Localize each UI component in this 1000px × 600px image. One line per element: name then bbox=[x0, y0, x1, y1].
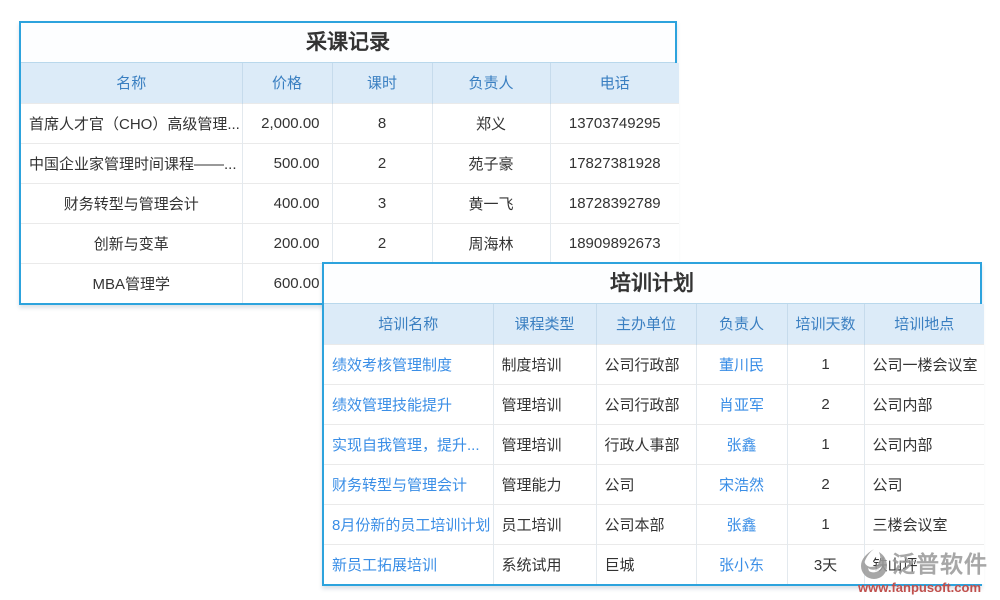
header-row: 培训名称课程类型主办单位负责人培训天数培训地点 bbox=[324, 304, 984, 344]
cell: 公司内部 bbox=[864, 384, 984, 424]
table-row: 财务转型与管理会计400.003黄一飞18728392789 bbox=[21, 183, 679, 223]
cell-link[interactable]: 绩效考核管理制度 bbox=[324, 344, 493, 384]
cell-link[interactable]: 董川民 bbox=[696, 344, 787, 384]
cell: 400.00 bbox=[242, 183, 332, 223]
cell: MBA管理学 bbox=[21, 263, 242, 303]
column-header: 课时 bbox=[332, 63, 432, 103]
page-canvas: 采课记录 名称价格课时负责人电话 首席人才官（CHO）高级管理...2,000.… bbox=[0, 0, 1000, 600]
cell: 员工培训 bbox=[493, 504, 596, 544]
cell-link[interactable]: 新员工拓展培训 bbox=[324, 544, 493, 584]
cell: 3天 bbox=[787, 544, 864, 584]
purchase-records-title: 采课记录 bbox=[21, 23, 675, 63]
cell-link[interactable]: 张鑫 bbox=[696, 424, 787, 464]
cell: 公司一楼会议室 bbox=[864, 344, 984, 384]
cell: 2 bbox=[332, 223, 432, 263]
cell: 周海林 bbox=[432, 223, 550, 263]
cell: 1 bbox=[787, 424, 864, 464]
cell: 公司行政部 bbox=[596, 344, 696, 384]
column-header: 负责人 bbox=[432, 63, 550, 103]
cell: 巨城 bbox=[596, 544, 696, 584]
cell: 公司 bbox=[596, 464, 696, 504]
table-row: 绩效管理技能提升管理培训公司行政部肖亚军2公司内部 bbox=[324, 384, 984, 424]
training-plan-title: 培训计划 bbox=[324, 264, 980, 304]
cell: 首席人才官（CHO）高级管理... bbox=[21, 103, 242, 143]
column-header: 负责人 bbox=[696, 304, 787, 344]
cell: 2,000.00 bbox=[242, 103, 332, 143]
cell: 18909892673 bbox=[550, 223, 679, 263]
table-row: 实现自我管理，提升...管理培训行政人事部张鑫1公司内部 bbox=[324, 424, 984, 464]
table-row: 绩效考核管理制度制度培训公司行政部董川民1公司一楼会议室 bbox=[324, 344, 984, 384]
cell: 郑义 bbox=[432, 103, 550, 143]
cell: 中国企业家管理时间课程——... bbox=[21, 143, 242, 183]
column-header: 培训天数 bbox=[787, 304, 864, 344]
cell: 苑子豪 bbox=[432, 143, 550, 183]
cell: 13703749295 bbox=[550, 103, 679, 143]
column-header: 价格 bbox=[242, 63, 332, 103]
column-header: 课程类型 bbox=[493, 304, 596, 344]
cell: 管理能力 bbox=[493, 464, 596, 504]
cell: 三楼会议室 bbox=[864, 504, 984, 544]
cell: 17827381928 bbox=[550, 143, 679, 183]
cell: 1 bbox=[787, 344, 864, 384]
cell: 公司内部 bbox=[864, 424, 984, 464]
cell: 200.00 bbox=[242, 223, 332, 263]
cell: 公司 bbox=[864, 464, 984, 504]
cell: 3 bbox=[332, 183, 432, 223]
column-header: 培训地点 bbox=[864, 304, 984, 344]
cell: 行政人事部 bbox=[596, 424, 696, 464]
cell-link[interactable]: 8月份新的员工培训计划 bbox=[324, 504, 493, 544]
cell-link[interactable]: 肖亚军 bbox=[696, 384, 787, 424]
cell: 财务转型与管理会计 bbox=[21, 183, 242, 223]
cell: 系统试用 bbox=[493, 544, 596, 584]
training-plan-grid: 培训名称课程类型主办单位负责人培训天数培训地点 绩效考核管理制度制度培训公司行政… bbox=[324, 304, 984, 584]
cell: 1 bbox=[787, 504, 864, 544]
table-row: 8月份新的员工培训计划员工培训公司本部张鑫1三楼会议室 bbox=[324, 504, 984, 544]
cell: 18728392789 bbox=[550, 183, 679, 223]
watermark: 泛普软件 www.fanpusoft.com bbox=[858, 548, 998, 594]
table-row: 创新与变革200.002周海林18909892673 bbox=[21, 223, 679, 263]
cell: 制度培训 bbox=[493, 344, 596, 384]
cell: 管理培训 bbox=[493, 384, 596, 424]
cell: 500.00 bbox=[242, 143, 332, 183]
column-header: 培训名称 bbox=[324, 304, 493, 344]
cell: 2 bbox=[332, 143, 432, 183]
watermark-url: www.fanpusoft.com bbox=[858, 581, 998, 594]
table-row: 财务转型与管理会计管理能力公司宋浩然2公司 bbox=[324, 464, 984, 504]
cell-link[interactable]: 财务转型与管理会计 bbox=[324, 464, 493, 504]
cell-link[interactable]: 实现自我管理，提升... bbox=[324, 424, 493, 464]
table-row: 中国企业家管理时间课程——...500.002苑子豪17827381928 bbox=[21, 143, 679, 183]
column-header: 名称 bbox=[21, 63, 242, 103]
cell: 公司行政部 bbox=[596, 384, 696, 424]
cell: 2 bbox=[787, 384, 864, 424]
cell: 8 bbox=[332, 103, 432, 143]
cell-link[interactable]: 绩效管理技能提升 bbox=[324, 384, 493, 424]
cell-link[interactable]: 宋浩然 bbox=[696, 464, 787, 504]
cell: 管理培训 bbox=[493, 424, 596, 464]
cell-link[interactable]: 张鑫 bbox=[696, 504, 787, 544]
header-row: 名称价格课时负责人电话 bbox=[21, 63, 679, 103]
cell: 黄一飞 bbox=[432, 183, 550, 223]
cell-link[interactable]: 张小东 bbox=[696, 544, 787, 584]
cell: 600.00 bbox=[242, 263, 332, 303]
table-row: 首席人才官（CHO）高级管理...2,000.008郑义13703749295 bbox=[21, 103, 679, 143]
training-plan-table: 培训计划 培训名称课程类型主办单位负责人培训天数培训地点 绩效考核管理制度制度培… bbox=[322, 262, 982, 586]
fanpu-logo-icon bbox=[858, 548, 890, 580]
cell: 创新与变革 bbox=[21, 223, 242, 263]
column-header: 电话 bbox=[550, 63, 679, 103]
cell: 公司本部 bbox=[596, 504, 696, 544]
cell: 2 bbox=[787, 464, 864, 504]
column-header: 主办单位 bbox=[596, 304, 696, 344]
watermark-brand: 泛普软件 bbox=[892, 553, 988, 576]
